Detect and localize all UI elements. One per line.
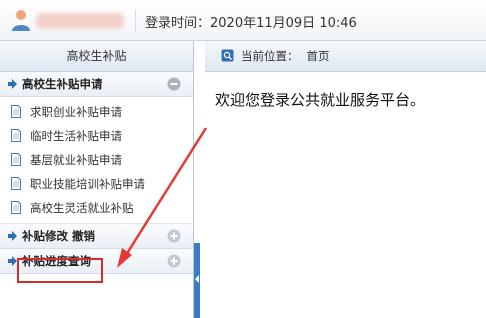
chevron-left-icon — [195, 275, 199, 283]
document-icon — [11, 153, 21, 166]
sidebar-title: 高校生补贴 — [0, 41, 193, 72]
sidebar-item-skills-training-subsidy[interactable]: 职业技能培训补贴申请 — [0, 172, 193, 196]
login-time: 登录时间：2020年11月09日 10:46 — [145, 12, 357, 31]
sidebar-item-temporary-living-subsidy[interactable]: 临时生活补贴申请 — [0, 124, 193, 148]
expand-icon[interactable] — [167, 229, 181, 243]
divider — [135, 10, 136, 32]
arrow-right-icon — [8, 256, 17, 266]
document-icon — [11, 105, 21, 118]
expand-icon[interactable] — [167, 254, 181, 268]
sidebar-item-label: 临时生活补贴申请 — [30, 129, 122, 143]
section-label: 高校生补贴申请 — [22, 77, 103, 91]
home-icon — [221, 49, 234, 62]
document-icon — [11, 177, 21, 190]
sidebar-item-grassroots-employment-subsidy[interactable]: 基层就业补贴申请 — [0, 148, 193, 172]
sidebar-collapse-handle[interactable] — [194, 243, 200, 318]
main-content: 当前位置： 首页 欢迎您登录公共就业服务平台。 — [205, 41, 486, 318]
breadcrumb: 当前位置： 首页 — [205, 41, 486, 72]
sidebar-item-flexible-employment-subsidy[interactable]: 高校生灵活就业补贴 — [0, 196, 193, 220]
arrow-right-icon — [8, 79, 17, 89]
sidebar-section-apply[interactable]: 高校生补贴申请 — [0, 72, 193, 97]
sidebar-item-label: 职业技能培训补贴申请 — [30, 177, 145, 191]
breadcrumb-home-link[interactable]: 首页 — [307, 49, 330, 63]
breadcrumb-label: 当前位置： — [241, 49, 299, 63]
welcome-message: 欢迎您登录公共就业服务平台。 — [215, 91, 426, 109]
document-icon — [11, 129, 21, 142]
login-time-label: 登录时间： — [145, 16, 211, 31]
top-bar: 登录时间：2020年11月09日 10:46 — [0, 0, 486, 41]
arrow-right-icon — [8, 231, 17, 241]
highlight-box — [17, 258, 103, 283]
sidebar-item-job-startup-subsidy[interactable]: 求职创业补贴申请 — [0, 100, 193, 124]
user-name-blurred — [36, 13, 124, 29]
sidebar-section-modify-revoke[interactable]: 补贴修改 撤销 — [0, 224, 193, 249]
sidebar-item-label: 基层就业补贴申请 — [30, 153, 122, 167]
user-icon — [12, 10, 30, 31]
document-icon — [11, 201, 21, 214]
section-label: 补贴修改 撤销 — [22, 229, 96, 243]
sidebar-item-label: 求职创业补贴申请 — [30, 105, 122, 119]
login-time-value: 2020年11月09日 10:46 — [210, 16, 357, 31]
collapse-icon[interactable] — [167, 77, 181, 91]
sidebar-item-list: 求职创业补贴申请 临时生活补贴申请 基层就业补贴申请 职业技能培训补贴申请 高校… — [0, 97, 193, 224]
sidebar-item-label: 高校生灵活就业补贴 — [30, 201, 134, 215]
